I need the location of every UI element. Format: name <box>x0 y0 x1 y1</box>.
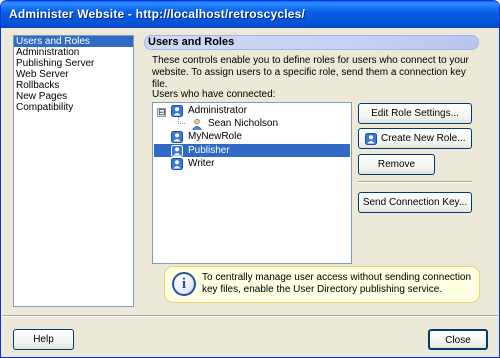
role-icon <box>171 158 183 170</box>
sidebar-item-web-server[interactable]: Web Server <box>14 69 133 80</box>
help-button[interactable]: Help <box>13 329 74 350</box>
tree-item-writer[interactable]: Writer <box>171 157 349 170</box>
users-connected-label: Users who have connected: <box>152 89 276 100</box>
section-header: Users and Roles <box>144 35 479 50</box>
tree-item-mynewrole[interactable]: MyNewRole <box>171 130 349 143</box>
sidebar-item-administration[interactable]: Administration <box>14 47 133 58</box>
sidebar-item-new-pages[interactable]: New Pages <box>14 91 133 102</box>
role-icon <box>171 131 183 143</box>
sidebar-item-publishing-server[interactable]: Publishing Server <box>14 58 133 69</box>
footer-separator <box>2 315 498 317</box>
tree-item-sean-nicholson[interactable]: Sean Nicholson <box>191 117 349 130</box>
users-and-roles-panel: Users and Roles These controls enable yo… <box>144 35 487 307</box>
tree-item-label: Sean Nicholson <box>208 118 279 129</box>
role-icon <box>171 145 183 157</box>
tree-item-administrator[interactable]: Administrator <box>171 104 349 117</box>
administer-website-dialog: Administer Website - http://localhost/re… <box>0 0 500 358</box>
info-icon: i <box>172 272 196 296</box>
button-separator <box>358 181 472 183</box>
user-icon <box>191 118 203 130</box>
remove-button[interactable]: Remove <box>358 154 435 175</box>
sidebar-list[interactable]: Users and Roles Administration Publishin… <box>13 35 134 307</box>
sidebar-item-users-and-roles[interactable]: Users and Roles <box>14 36 133 47</box>
tree-item-label: MyNewRole <box>188 131 242 142</box>
tree-item-label: Writer <box>188 158 215 169</box>
tree-connector <box>178 117 186 124</box>
role-icon <box>365 133 377 145</box>
tree-item-label: Publisher <box>188 145 230 156</box>
edit-role-settings-button[interactable]: Edit Role Settings... <box>358 103 472 124</box>
create-new-role-button[interactable]: Create New Role... <box>358 128 472 149</box>
role-icon <box>171 105 183 117</box>
close-button[interactable]: Close <box>428 329 488 350</box>
tree-item-publisher[interactable]: Publisher <box>154 144 350 157</box>
sidebar-item-compatibility[interactable]: Compatibility <box>14 102 133 113</box>
window-title: Administer Website - http://localhost/re… <box>1 1 499 28</box>
collapse-toggle[interactable]: ⊟ <box>157 108 166 117</box>
create-new-role-label: Create New Role... <box>381 133 466 144</box>
roles-tree[interactable]: ⊟ Administrator Sean Nicholson MyNewRole… <box>152 102 352 264</box>
sidebar-item-rollbacks[interactable]: Rollbacks <box>14 80 133 91</box>
description-text: These controls enable you to define role… <box>152 55 469 90</box>
send-connection-key-button[interactable]: Send Connection Key... <box>358 192 472 213</box>
info-text: To centrally manage user access without … <box>202 272 472 295</box>
info-box: i To centrally manage user access withou… <box>164 266 480 303</box>
tree-item-label: Administrator <box>188 105 247 116</box>
